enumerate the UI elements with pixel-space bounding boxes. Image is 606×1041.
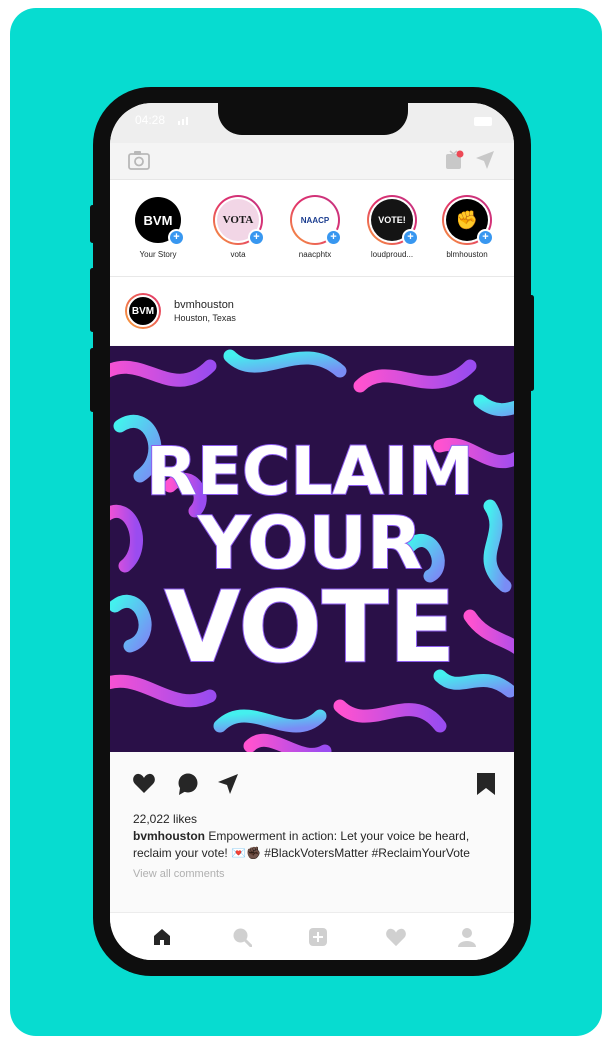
bottom-tab-bar [110,912,514,960]
story-plus-icon: + [248,229,265,246]
heart-icon[interactable] [132,772,156,794]
phone-mute-switch [90,205,95,243]
phone-power-button [529,295,534,391]
igtv-icon[interactable] [444,149,464,171]
story-avatar-text: BVM [143,212,173,228]
post-header: BVM bvmhouston Houston, Texas [110,277,514,345]
story-loudproud[interactable]: VOTE! + loudproud... [357,195,427,259]
share-icon[interactable] [216,772,240,796]
activity-heart-icon[interactable] [385,927,407,947]
raised-fist-icon: ✊ [455,209,479,230]
post-avatar-text: BVM [131,305,155,317]
story-ring: BVM + [133,195,185,246]
story-label: Your Story [139,250,177,259]
search-icon[interactable] [232,927,252,947]
direct-message-icon[interactable] [474,149,496,171]
post-location[interactable]: Houston, Texas [174,313,236,323]
bookmark-icon[interactable] [476,772,496,796]
caption-username[interactable]: bvmhouston [133,829,205,843]
post-caption: bvmhouston Empowerment in action: Let yo… [133,828,493,862]
story-blmhouston[interactable]: ✊ + blmhouston [432,195,502,259]
story-avatar-text: NAACP [300,215,330,225]
story-label: blmhouston [446,250,488,259]
artwork-line-3: VOTE [164,571,455,685]
story-naacphtx[interactable]: NAACP + naacphtx [280,195,350,259]
phone-notch [218,103,408,135]
post-avatar[interactable]: BVM [125,293,161,329]
artwork-line-1: RECLAIM [146,433,474,510]
story-vota[interactable]: VOTA + vota [203,195,273,259]
camera-icon[interactable] [127,149,151,171]
top-nav-bar [110,143,514,180]
view-comments-link[interactable]: View all comments [133,868,225,880]
story-plus-icon: + [477,229,494,246]
story-label: vota [230,250,246,259]
status-time: 04:28 [135,113,166,127]
story-ring: ✊ + [442,195,494,246]
add-story-plus-icon[interactable]: + [168,229,185,246]
likes-count[interactable]: 22,022 likes [133,812,197,826]
story-ring: VOTA + [213,195,265,246]
story-label: loudproud... [370,250,414,259]
comment-icon[interactable] [176,772,200,796]
story-plus-icon: + [402,229,419,246]
story-ring: NAACP + [290,195,342,246]
phone-screen: 04:28 BVM + Your Story VOTA + vota NAACP… [110,103,514,960]
battery-icon [474,117,492,126]
profile-icon[interactable] [457,927,477,947]
story-avatar-text: VOTA [222,214,254,226]
story-your-story[interactable]: BVM + Your Story [123,195,193,259]
home-icon[interactable] [152,927,172,947]
post-image[interactable]: RECLAIM YOUR VOTE [110,346,514,752]
post-actions: 22,022 likes bvmhouston Empowerment in a… [110,752,514,912]
post-username[interactable]: bvmhouston [174,299,234,311]
signal-icon [178,117,188,125]
post-artwork: RECLAIM YOUR VOTE [110,346,514,752]
phone-volume-up-button [90,268,95,332]
story-avatar-text: VOTE! [378,215,406,225]
story-plus-icon: + [325,229,342,246]
add-post-icon[interactable] [308,927,328,947]
story-ring: VOTE! + [367,195,419,246]
phone-volume-down-button [90,348,95,412]
story-label: naacphtx [298,250,332,259]
stories-tray: BVM + Your Story VOTA + vota NAACP + naa… [110,180,514,277]
